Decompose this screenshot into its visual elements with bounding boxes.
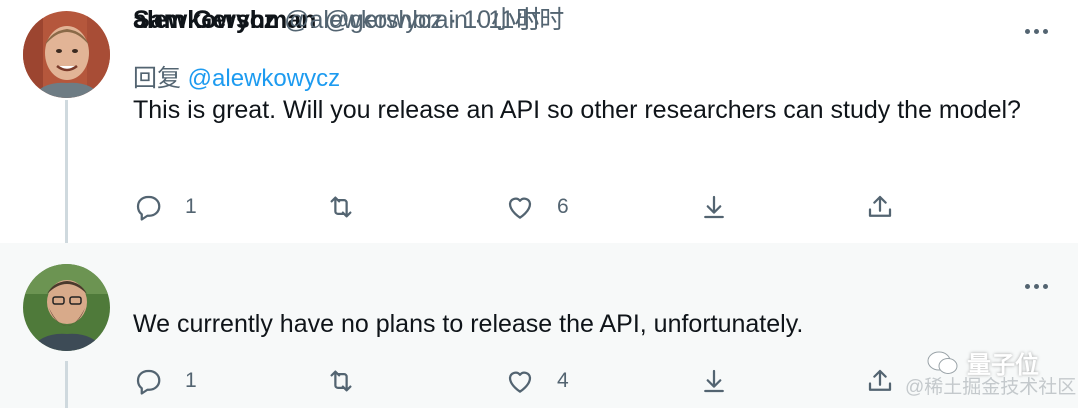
separator-dot: · — [448, 6, 458, 34]
reply-prefix: 回复 — [133, 65, 181, 92]
more-options-button[interactable] — [1018, 19, 1054, 43]
more-dot-icon — [1033, 28, 1039, 34]
reply-icon — [136, 195, 161, 221]
timestamp[interactable]: 10小时 — [463, 0, 541, 36]
more-dot-icon — [1024, 283, 1030, 289]
download-icon — [704, 195, 724, 219]
reply-count: 1 — [185, 195, 197, 218]
replying-to: 回复 @alewkowycz — [133, 58, 340, 93]
download-icon — [704, 369, 724, 393]
tweet-text: This is great. Will you release an API s… — [133, 96, 1021, 124]
avatar-photo-icon — [23, 264, 110, 351]
like-button[interactable]: 6 — [505, 192, 569, 222]
more-options-button[interactable] — [1018, 274, 1054, 298]
avatar[interactable] — [23, 11, 110, 98]
share-button[interactable] — [865, 366, 895, 396]
reply-count: 1 — [185, 369, 197, 392]
heart-icon — [508, 371, 532, 393]
reply-icon — [136, 369, 161, 395]
tweet-text: We currently have no plans to release th… — [133, 310, 804, 338]
retweet-button[interactable] — [326, 192, 378, 222]
action-bar: 1 6 — [133, 191, 933, 223]
bookmark-button[interactable] — [699, 366, 729, 396]
heart-icon — [508, 197, 532, 219]
avatar[interactable] — [23, 264, 110, 351]
thread-line — [65, 361, 68, 408]
more-dot-icon — [1042, 28, 1048, 34]
reply-button[interactable]: 1 — [133, 192, 197, 222]
action-bar: 1 4 — [133, 365, 933, 397]
thread-line — [65, 100, 68, 243]
author-handle[interactable]: @alewkowycz — [284, 6, 443, 35]
retweet-icon — [330, 196, 352, 218]
like-count: 6 — [557, 195, 569, 218]
retweet-icon — [330, 370, 352, 392]
like-count: 4 — [557, 369, 569, 392]
more-dot-icon — [1024, 28, 1030, 34]
reply-button[interactable]: 1 — [133, 366, 197, 396]
share-icon — [868, 195, 892, 217]
watermark-source: @稀土掘金技术社区 — [905, 377, 1077, 398]
share-icon — [868, 369, 892, 391]
author-name[interactable]: alewkowycz — [133, 6, 276, 35]
like-button[interactable]: 4 — [505, 366, 569, 396]
avatar-photo-icon — [23, 11, 110, 98]
wechat-icon — [927, 351, 958, 374]
retweet-button[interactable] — [326, 366, 378, 396]
bookmark-button[interactable] — [699, 192, 729, 222]
mention-link[interactable]: @alewkowycz — [188, 65, 340, 92]
more-dot-icon — [1042, 283, 1048, 289]
more-dot-icon — [1033, 283, 1039, 289]
share-button[interactable] — [865, 192, 895, 222]
tweet-header: alewkowycz @alewkowycz · 10小时 — [133, 0, 541, 36]
